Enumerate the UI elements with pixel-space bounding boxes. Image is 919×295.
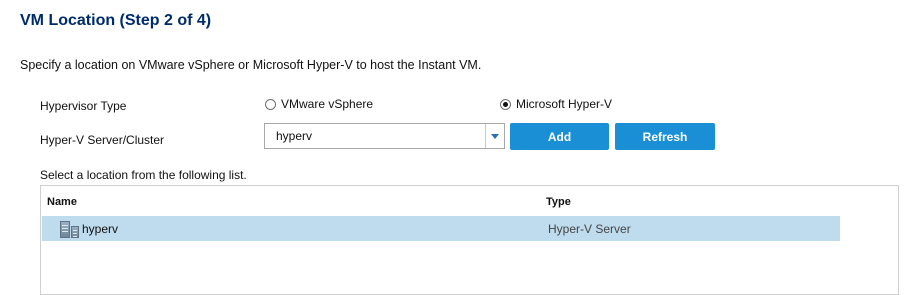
column-header-type[interactable]: Type	[546, 196, 571, 208]
row-name-text: hyperv	[82, 221, 119, 236]
instruction-text: Specify a location on VMware vSphere or …	[20, 58, 482, 72]
radio-microsoft-hyperv[interactable]: Microsoft Hyper-V	[500, 97, 612, 111]
hyperv-server-combobox[interactable]	[264, 123, 505, 149]
radio-button-selected-icon[interactable]	[500, 98, 511, 110]
dropdown-button[interactable]	[485, 124, 504, 148]
radio-label-vmware: VMware vSphere	[281, 97, 374, 111]
row-type-cell: Hyper-V Server	[548, 221, 631, 236]
refresh-button[interactable]: Refresh	[615, 123, 715, 150]
location-grid: Name Type hyperv Hyper-V Server	[40, 185, 899, 295]
hyperv-server-input[interactable]	[265, 124, 485, 148]
table-row[interactable]: hyperv Hyper-V Server	[42, 216, 840, 241]
list-label: Select a location from the following lis…	[40, 168, 247, 182]
hyperv-server-label: Hyper-V Server/Cluster	[40, 133, 165, 147]
chevron-down-icon	[491, 133, 499, 139]
page-title: VM Location (Step 2 of 4)	[20, 12, 212, 29]
radio-button-icon[interactable]	[265, 98, 276, 110]
server-icon	[60, 220, 80, 238]
row-name-cell: hyperv	[60, 216, 118, 241]
radio-label-hyperv: Microsoft Hyper-V	[516, 97, 613, 111]
hypervisor-type-label: Hypervisor Type	[40, 99, 127, 113]
add-button[interactable]: Add	[510, 123, 609, 150]
column-header-name[interactable]: Name	[47, 196, 77, 208]
radio-vmware-vsphere[interactable]: VMware vSphere	[265, 97, 373, 111]
